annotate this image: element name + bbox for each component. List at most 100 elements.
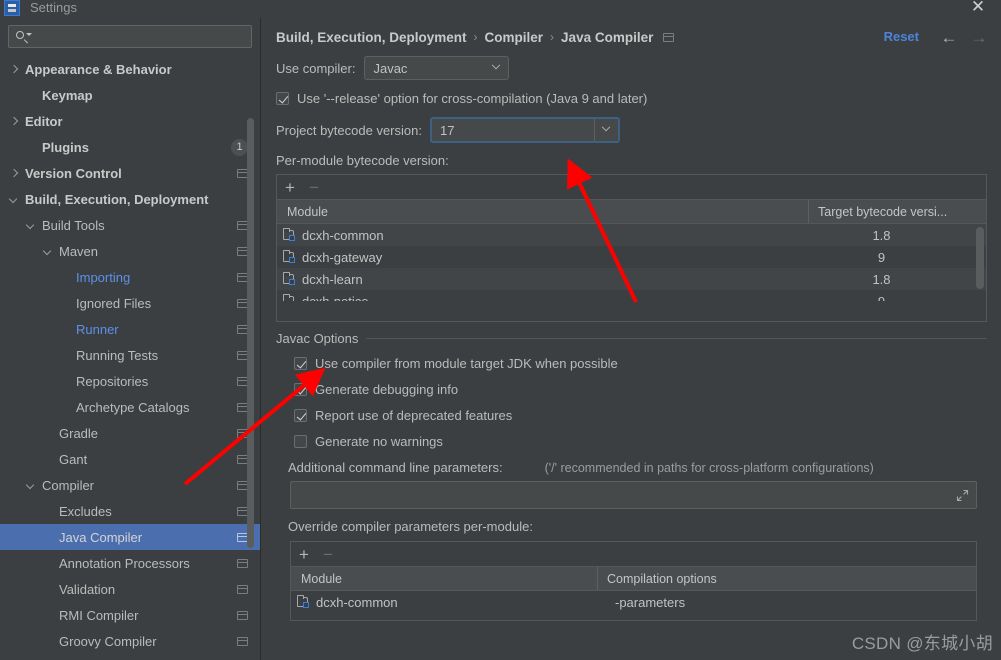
table-row[interactable]: dcxh-notice9 — [277, 290, 986, 301]
target-version-cell[interactable]: 1.8 — [817, 272, 986, 287]
tree-spacer — [59, 375, 71, 387]
search-input[interactable] — [34, 29, 245, 44]
project-level-settings-icon — [237, 637, 248, 646]
javac-option-checkbox[interactable] — [294, 409, 307, 422]
sidebar-item-running-tests[interactable]: Running Tests — [0, 342, 260, 368]
sidebar-scrollbar-track[interactable] — [250, 68, 257, 568]
override-module-cell: dcxh-common — [316, 595, 606, 610]
sidebar-item-build-execution-deployment[interactable]: Build, Execution, Deployment — [0, 186, 260, 212]
override-table-toolbar: + − — [291, 542, 976, 567]
additional-params-row: Additional command line parameters: ('/'… — [276, 460, 987, 475]
target-version-cell[interactable]: 9 — [817, 250, 986, 265]
sidebar-item-importing[interactable]: Importing — [0, 264, 260, 290]
javac-option-checkbox[interactable] — [294, 357, 307, 370]
table-row[interactable]: dcxh-gateway9 — [277, 246, 986, 268]
remove-override-button[interactable]: − — [323, 546, 333, 563]
sidebar-item-appearance-behavior[interactable]: Appearance & Behavior — [0, 56, 260, 82]
sidebar-item-annotation-processors[interactable]: Annotation Processors — [0, 550, 260, 576]
javac-option-checkbox[interactable] — [294, 383, 307, 396]
expand-icon[interactable] — [956, 489, 969, 502]
chevron-down-icon[interactable] — [25, 219, 37, 231]
sidebar-item-version-control[interactable]: Version Control — [0, 160, 260, 186]
search-wrapper — [0, 18, 260, 54]
sidebar-item-label: Validation — [59, 582, 115, 597]
sidebar-item-adornments: 1 — [231, 139, 248, 156]
sidebar-item-validation[interactable]: Validation — [0, 576, 260, 602]
settings-dialog: Settings ✕ Appearance & BehaviorKeymap Ed… — [0, 0, 1001, 660]
table-row[interactable]: dcxh-common1.8 — [277, 224, 986, 246]
plugins-update-badge: 1 — [231, 139, 248, 156]
sidebar-item-gradle[interactable]: Gradle — [0, 420, 260, 446]
override-params-label: Override compiler parameters per-module: — [288, 519, 533, 534]
use-compiler-select[interactable]: Javac — [364, 56, 509, 80]
sidebar-item-label: Java Compiler — [59, 530, 142, 545]
back-arrow-icon[interactable]: ← — [939, 28, 959, 48]
sidebar-item-plugins[interactable]: Plugins1 — [0, 134, 260, 160]
javac-option-row[interactable]: Generate no warnings — [294, 434, 987, 449]
additional-params-input[interactable] — [290, 481, 977, 509]
sidebar-scrollbar-thumb[interactable] — [247, 118, 254, 548]
sidebar-item-build-tools[interactable]: Build Tools — [0, 212, 260, 238]
close-icon[interactable]: ✕ — [967, 0, 989, 18]
sidebar-item-archetype-catalogs[interactable]: Archetype Catalogs — [0, 394, 260, 420]
release-option-checkbox[interactable] — [276, 92, 289, 105]
sidebar-item-gant[interactable]: Gant — [0, 446, 260, 472]
chevron-right-icon[interactable] — [8, 115, 20, 127]
reset-button[interactable]: Reset — [884, 29, 919, 44]
module-column-header[interactable]: Module — [277, 205, 808, 219]
table-row[interactable]: dcxh-learn1.8 — [277, 268, 986, 290]
javac-option-row[interactable]: Use compiler from module target JDK when… — [294, 356, 987, 371]
javac-option-row[interactable]: Report use of deprecated features — [294, 408, 987, 423]
module-name-cell: dcxh-common — [302, 228, 817, 243]
tree-spacer — [59, 349, 71, 361]
compilation-options-cell[interactable]: -parameters — [606, 595, 976, 610]
sidebar-item-java-compiler[interactable]: Java Compiler — [0, 524, 260, 550]
use-compiler-row: Use compiler: Javac — [276, 56, 987, 80]
remove-module-button[interactable]: − — [309, 179, 319, 196]
target-version-cell[interactable]: 9 — [817, 294, 986, 302]
breadcrumb-item-0[interactable]: Build, Execution, Deployment — [276, 30, 467, 45]
override-module-column-header[interactable]: Module — [291, 572, 597, 586]
module-table-scrollbar[interactable] — [976, 227, 984, 289]
search-box[interactable] — [8, 25, 252, 48]
forward-arrow-icon[interactable]: → — [969, 28, 989, 48]
sidebar-item-label: Importing — [76, 270, 130, 285]
target-version-cell[interactable]: 1.8 — [817, 228, 986, 243]
sidebar-item-groovy-compiler[interactable]: Groovy Compiler — [0, 628, 260, 654]
settings-app-icon — [4, 0, 20, 16]
compilation-options-column-header[interactable]: Compilation options — [597, 567, 976, 590]
sidebar-item-maven[interactable]: Maven — [0, 238, 260, 264]
tree-spacer — [42, 635, 54, 647]
sidebar-item-keymap[interactable]: Keymap — [0, 82, 260, 108]
sidebar-item-rmi-compiler[interactable]: RMI Compiler — [0, 602, 260, 628]
javac-option-checkbox[interactable] — [294, 435, 307, 448]
project-bytecode-label: Project bytecode version: — [276, 123, 422, 138]
sidebar-item-ignored-files[interactable]: Ignored Files — [0, 290, 260, 316]
target-version-column-header[interactable]: Target bytecode versi... — [808, 200, 986, 223]
sidebar-item-adornments — [237, 559, 248, 568]
tree-spacer — [59, 323, 71, 335]
chevron-down-icon[interactable] — [8, 193, 20, 205]
sidebar-item-repositories[interactable]: Repositories — [0, 368, 260, 394]
add-module-button[interactable]: + — [285, 179, 295, 196]
sidebar-item-label: Editor — [25, 114, 63, 129]
sidebar-item-excludes[interactable]: Excludes — [0, 498, 260, 524]
table-row[interactable]: dcxh-common-parameters — [291, 591, 976, 613]
per-module-bytecode-label: Per-module bytecode version: — [276, 153, 449, 168]
release-option-checkbox-row[interactable]: Use '--release' option for cross-compila… — [276, 91, 987, 106]
window-title: Settings — [30, 0, 77, 15]
breadcrumb-item-1[interactable]: Compiler — [485, 30, 544, 45]
project-bytecode-select[interactable]: 17 — [430, 117, 620, 143]
chevron-down-icon[interactable] — [42, 245, 54, 257]
breadcrumb-item-2[interactable]: Java Compiler — [561, 30, 653, 45]
sidebar-item-compiler[interactable]: Compiler — [0, 472, 260, 498]
chevron-right-icon[interactable] — [8, 63, 20, 75]
sidebar-item-editor[interactable]: Editor — [0, 108, 260, 134]
tree-spacer — [42, 427, 54, 439]
sidebar-item-runner[interactable]: Runner — [0, 316, 260, 342]
add-override-button[interactable]: + — [299, 546, 309, 563]
tree-spacer — [42, 583, 54, 595]
chevron-down-icon[interactable] — [25, 479, 37, 491]
javac-option-row[interactable]: Generate debugging info — [294, 382, 987, 397]
chevron-right-icon[interactable] — [8, 167, 20, 179]
